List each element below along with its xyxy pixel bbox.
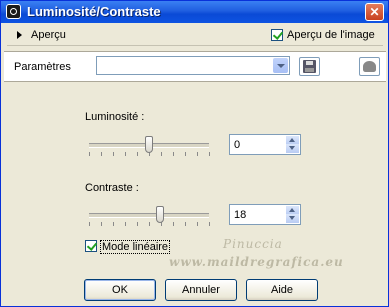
contrast-slider-thumb[interactable] bbox=[155, 206, 164, 223]
floppy-disk-icon bbox=[303, 60, 316, 73]
slider-tick bbox=[197, 152, 198, 156]
brightness-spinbox[interactable]: 0 bbox=[229, 134, 301, 155]
reset-preset-button[interactable] bbox=[359, 57, 380, 76]
checkmark-icon bbox=[272, 29, 284, 40]
window-title: Luminosité/Contraste bbox=[27, 4, 161, 19]
slider-tick bbox=[197, 222, 198, 226]
brightness-label: Luminosité : bbox=[85, 111, 145, 123]
slider-tick bbox=[89, 222, 90, 226]
watermark-url: www.maildregrafica.eu bbox=[169, 255, 344, 269]
contrast-slider-ticks bbox=[89, 222, 210, 226]
ok-button[interactable]: OK bbox=[84, 279, 156, 301]
presets-label: Paramètres bbox=[14, 61, 71, 73]
linear-mode-label[interactable]: Mode linéaire bbox=[100, 240, 171, 254]
contrast-spinbox[interactable]: 18 bbox=[229, 204, 301, 225]
slider-tick bbox=[125, 222, 126, 226]
close-button[interactable]: ✕ bbox=[365, 3, 384, 21]
reset-icon bbox=[363, 61, 376, 72]
cancel-button[interactable]: Annuler bbox=[165, 279, 237, 301]
slider-tick bbox=[161, 152, 162, 156]
slider-tick bbox=[125, 152, 126, 156]
save-preset-button[interactable] bbox=[299, 57, 320, 76]
preview-image-label[interactable]: Aperçu de l'image bbox=[287, 29, 375, 41]
slider-tick bbox=[209, 152, 210, 156]
expand-arrow-icon[interactable] bbox=[17, 31, 22, 39]
spin-down-icon[interactable] bbox=[286, 214, 299, 223]
chevron-down-icon[interactable] bbox=[273, 58, 288, 73]
slider-tick bbox=[185, 222, 186, 226]
dialog-window: Luminosité/Contraste ✕ Aperçu Aperçu de … bbox=[0, 0, 389, 307]
contrast-label: Contraste : bbox=[85, 182, 139, 194]
contrast-slider-track[interactable] bbox=[89, 213, 209, 218]
slider-tick bbox=[137, 152, 138, 156]
slider-tick bbox=[173, 222, 174, 226]
slider-tick bbox=[101, 152, 102, 156]
slider-tick bbox=[173, 152, 174, 156]
slider-tick bbox=[113, 222, 114, 226]
slider-tick bbox=[89, 152, 90, 156]
slider-tick bbox=[185, 152, 186, 156]
checkmark-icon bbox=[86, 240, 98, 251]
app-icon bbox=[6, 4, 21, 19]
spin-down-icon[interactable] bbox=[286, 144, 299, 153]
linear-mode-checkbox[interactable] bbox=[85, 240, 98, 252]
presets-dropdown[interactable] bbox=[96, 56, 290, 75]
brightness-slider-thumb[interactable] bbox=[145, 136, 153, 153]
preview-bar: Aperçu Aperçu de l'image bbox=[7, 25, 383, 46]
slider-tick bbox=[113, 152, 114, 156]
preview-toggle-label[interactable]: Aperçu bbox=[31, 29, 66, 41]
slider-tick bbox=[137, 222, 138, 226]
brightness-value[interactable]: 0 bbox=[234, 139, 240, 151]
slider-tick bbox=[149, 222, 150, 226]
slider-tick bbox=[101, 222, 102, 226]
title-bar[interactable]: Luminosité/Contraste ✕ bbox=[1, 1, 388, 23]
contrast-value[interactable]: 18 bbox=[234, 209, 246, 221]
watermark-signature: Pinuccia bbox=[223, 237, 283, 251]
help-button[interactable]: Aide bbox=[246, 279, 318, 301]
preview-image-checkbox[interactable] bbox=[271, 29, 284, 41]
presets-panel: Paramètres bbox=[4, 51, 386, 82]
slider-tick bbox=[209, 222, 210, 226]
